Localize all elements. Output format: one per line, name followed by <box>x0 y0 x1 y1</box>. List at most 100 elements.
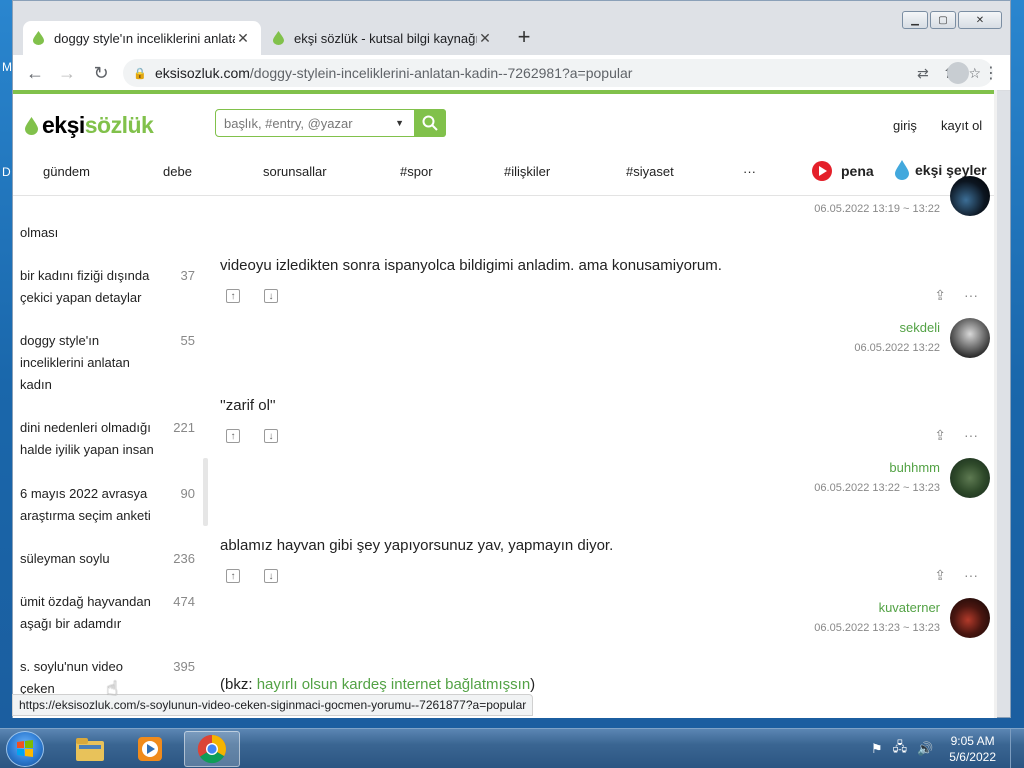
site-logo[interactable]: ekşi sözlük <box>25 112 154 139</box>
avatar[interactable] <box>950 598 990 638</box>
water-drop-icon <box>895 160 909 180</box>
entry-date[interactable]: 06.05.2022 13:22 ~ 13:23 <box>814 482 940 494</box>
entry-date[interactable]: 06.05.2022 13:22 <box>854 342 940 354</box>
sidebar-scrollbar[interactable] <box>203 458 208 526</box>
sidebar-item[interactable]: bir kadını fiziği dışında çekici yapan d… <box>20 265 195 309</box>
entry-count: 55 <box>180 333 195 348</box>
topic-sidebar: olması bir kadını fiziği dışında çekici … <box>13 196 208 718</box>
vote-buttons: ↑ ↓ <box>226 569 278 583</box>
sidebar-item[interactable]: süleyman soylu 236 <box>20 548 195 570</box>
taskbar-chrome[interactable] <box>184 731 240 767</box>
nav-iliskiler[interactable]: #ilişkiler <box>504 164 550 179</box>
sidebar-item[interactable]: dini nedenleri olmadığı halde iyilik yap… <box>20 417 195 461</box>
nav-sorunsallar[interactable]: sorunsallar <box>263 164 327 179</box>
share-icon[interactable]: ⇪ <box>934 567 946 584</box>
new-tab-button[interactable]: + <box>511 25 537 49</box>
chrome-icon <box>197 734 226 764</box>
entry-author[interactable]: sekdeli <box>900 320 940 335</box>
avatar[interactable] <box>950 458 990 498</box>
nav-gundem[interactable]: gündem <box>43 164 90 179</box>
chevron-down-icon[interactable]: ▼ <box>395 118 404 128</box>
minimize-button[interactable]: ▁ <box>902 11 928 29</box>
downvote-icon[interactable]: ↓ <box>264 429 278 443</box>
entry-actions: ⇪ ··· <box>934 287 978 304</box>
close-window-button[interactable]: ✕ <box>958 11 1002 29</box>
share-icon[interactable]: ⇪ <box>934 427 946 444</box>
back-button[interactable]: ← <box>23 61 47 85</box>
tab-eksi-home[interactable]: ekşi sözlük - kutsal bilgi kaynağı ✕ <box>263 21 503 55</box>
maximize-button[interactable]: ▢ <box>930 11 956 29</box>
nav-spor[interactable]: #spor <box>400 164 433 179</box>
eksi-favicon-icon <box>273 31 284 45</box>
pena-icon <box>812 161 832 181</box>
more-options-icon[interactable]: ··· <box>964 427 978 444</box>
upvote-icon[interactable]: ↑ <box>226 289 240 303</box>
entry-content: (bkz: hayırlı olsun kardeş internet bağl… <box>220 676 536 693</box>
profile-avatar-icon[interactable] <box>947 62 969 84</box>
translate-icon[interactable]: ⇄ <box>917 65 929 82</box>
entry-actions: ⇪ ··· <box>934 427 978 444</box>
clock[interactable]: 9:05 AM 5/6/2022 <box>949 733 996 765</box>
page-viewport: ekşi sözlük başlık, #entry, @yazar ▼ giri… <box>13 90 994 718</box>
entry-author[interactable]: kuvaterner <box>879 600 940 615</box>
entry-content: ''zarif ol'' <box>220 397 276 414</box>
entry-count: 37 <box>180 268 195 283</box>
tab-close-icon[interactable]: ✕ <box>235 30 251 47</box>
taskbar-media-player[interactable] <box>122 731 178 767</box>
start-button[interactable] <box>6 731 44 767</box>
link-status-bubble: https://eksisozluk.com/s-soylunun-video-… <box>12 694 534 716</box>
network-icon[interactable]: 🖧 <box>893 738 908 760</box>
address-bar[interactable]: 🔒 eksisozluk.com/doggy-stylein-incelikle… <box>123 59 993 87</box>
sidebar-item[interactable]: ümit özdağ hayvandan aşağı bir adamdır 47… <box>20 591 195 635</box>
register-link[interactable]: kayıt ol <box>941 118 982 133</box>
downvote-icon[interactable]: ↓ <box>264 289 278 303</box>
tab-close-icon[interactable]: ✕ <box>477 30 493 47</box>
search-box[interactable]: başlık, #entry, @yazar ▼ <box>215 109 446 137</box>
avatar[interactable] <box>950 318 990 358</box>
search-button[interactable] <box>414 109 446 137</box>
volume-icon[interactable]: 🔊 <box>917 741 933 757</box>
desktop-icon-label: D <box>2 165 11 179</box>
show-desktop-button[interactable] <box>1010 729 1024 768</box>
system-tray: ⚑ 🖧 🔊 9:05 AM 5/6/2022 <box>871 729 1024 768</box>
sidebar-item[interactable]: doggy style'ın inceliklerini anlatan kad… <box>20 330 195 396</box>
entry-count: 221 <box>173 420 195 435</box>
login-link[interactable]: giriş <box>893 118 917 133</box>
upvote-icon[interactable]: ↑ <box>226 429 240 443</box>
entry-content: ablamız hayvan gibi şey yapıyorsunuz yav… <box>220 537 614 554</box>
browser-menu-icon[interactable]: ⋮ <box>983 63 999 83</box>
tab-doggy-style[interactable]: doggy style'ın inceliklerini anlatan ✕ <box>23 21 261 55</box>
entry-actions: ⇪ ··· <box>934 567 978 584</box>
sidebar-item[interactable]: 6 mayıs 2022 avrasya araştırma seçim ank… <box>20 483 195 527</box>
avatar[interactable] <box>950 176 990 216</box>
eksi-drop-icon <box>25 116 38 135</box>
pena-link[interactable]: pena <box>811 160 874 182</box>
search-icon <box>422 115 438 131</box>
forward-button[interactable]: → <box>55 61 79 85</box>
nav-siyaset[interactable]: #siyaset <box>626 164 674 179</box>
nav-debe[interactable]: debe <box>163 164 192 179</box>
windows-logo-icon <box>17 740 33 757</box>
media-player-icon <box>138 737 162 761</box>
lock-icon: 🔒 <box>133 67 147 80</box>
entry-date[interactable]: 06.05.2022 13:23 ~ 13:23 <box>814 622 940 634</box>
sidebar-item[interactable]: olması <box>20 222 195 244</box>
share-icon[interactable]: ⇪ <box>934 287 946 304</box>
action-center-icon[interactable]: ⚑ <box>871 741 883 757</box>
downvote-icon[interactable]: ↓ <box>264 569 278 583</box>
bkz-link[interactable]: hayırlı olsun kardeş internet bağlatmışs… <box>257 676 530 693</box>
reload-button[interactable]: ↻ <box>89 61 113 85</box>
eksi-favicon-icon <box>33 31 44 45</box>
entry-date[interactable]: 06.05.2022 13:19 ~ 13:22 <box>814 203 940 215</box>
entry-count: 395 <box>173 659 195 674</box>
entry-author[interactable]: buhhmm <box>889 460 940 475</box>
upvote-icon[interactable]: ↑ <box>226 569 240 583</box>
tab-title: doggy style'ın inceliklerini anlatan <box>54 30 235 46</box>
nav-more[interactable]: ··· <box>743 164 756 179</box>
taskbar-explorer[interactable] <box>62 731 118 767</box>
url-text: eksisozluk.com/doggy-stylein-incelikleri… <box>155 65 633 81</box>
more-options-icon[interactable]: ··· <box>964 567 978 584</box>
search-input[interactable]: başlık, #entry, @yazar <box>216 116 395 131</box>
more-options-icon[interactable]: ··· <box>964 287 978 304</box>
bookmark-star-icon[interactable]: ☆ <box>968 65 981 82</box>
